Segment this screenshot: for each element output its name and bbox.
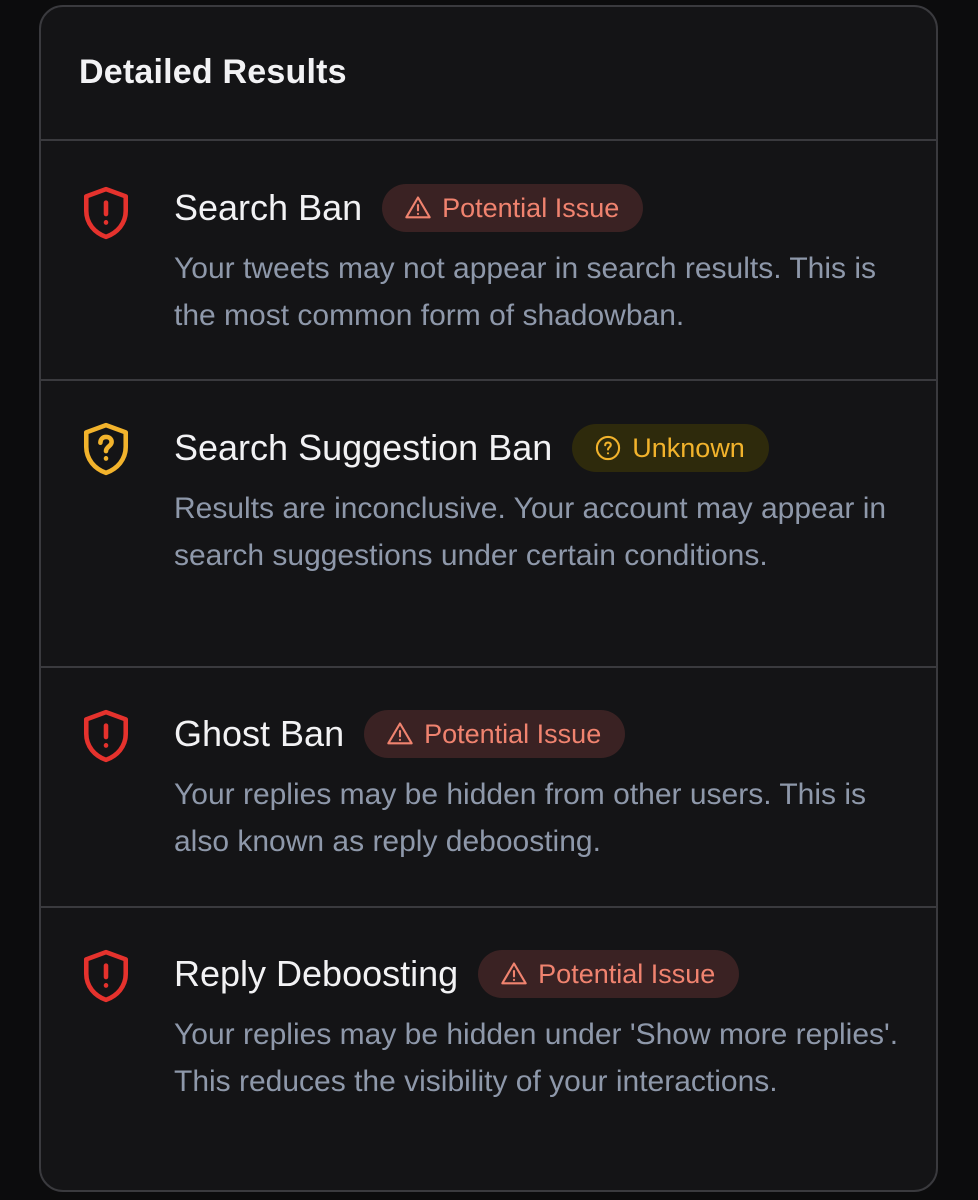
status-badge: Potential Issue xyxy=(364,710,626,758)
result-description: Your replies may be hidden from other us… xyxy=(174,778,867,858)
result-content: Reply Deboosting Potential Issue Your re… xyxy=(174,950,906,1105)
result-row-reply-deboosting: Reply Deboosting Potential Issue Your re… xyxy=(41,908,936,1190)
warning-triangle-icon xyxy=(501,962,527,985)
result-title: Ghost Ban xyxy=(174,713,345,754)
result-title: Reply Deboosting xyxy=(174,953,459,994)
shield-question-icon xyxy=(81,422,131,476)
shield-alert-icon xyxy=(81,709,131,763)
result-description: Results are inconclusive. Your account m… xyxy=(174,492,887,572)
status-label: Potential Issue xyxy=(538,958,716,989)
shield-alert-icon xyxy=(81,186,131,240)
status-badge: Potential Issue xyxy=(382,184,644,232)
status-badge: Unknown xyxy=(572,424,769,472)
result-row-ghost-ban: Ghost Ban Potential Issue Your replies m… xyxy=(41,668,936,908)
shield-alert-icon xyxy=(81,949,131,1003)
status-label: Unknown xyxy=(632,432,745,463)
result-title: Search Suggestion Ban xyxy=(174,427,553,468)
result-content: Ghost Ban Potential Issue Your replies m… xyxy=(174,710,906,865)
warning-triangle-icon xyxy=(387,722,413,745)
result-title: Search Ban xyxy=(174,187,363,228)
result-description: Your tweets may not appear in search res… xyxy=(174,252,877,332)
status-label: Potential Issue xyxy=(442,192,620,223)
result-content: Search Suggestion Ban Unknown Results ar… xyxy=(174,424,906,579)
result-row-search-suggestion-ban: Search Suggestion Ban Unknown Results ar… xyxy=(41,381,936,668)
status-label: Potential Issue xyxy=(424,718,602,749)
result-row-search-ban: Search Ban Potential Issue Your tweets m… xyxy=(41,141,936,381)
status-badge: Potential Issue xyxy=(478,950,740,998)
card-title: Detailed Results xyxy=(79,52,347,91)
result-content: Search Ban Potential Issue Your tweets m… xyxy=(174,184,906,339)
warning-triangle-icon xyxy=(405,196,431,219)
detailed-results-card: Detailed Results Search Ban Potential Is… xyxy=(39,5,938,1192)
result-description: Your replies may be hidden under 'Show m… xyxy=(174,1018,899,1098)
card-header: Detailed Results xyxy=(41,7,936,141)
question-circle-icon xyxy=(596,435,621,461)
